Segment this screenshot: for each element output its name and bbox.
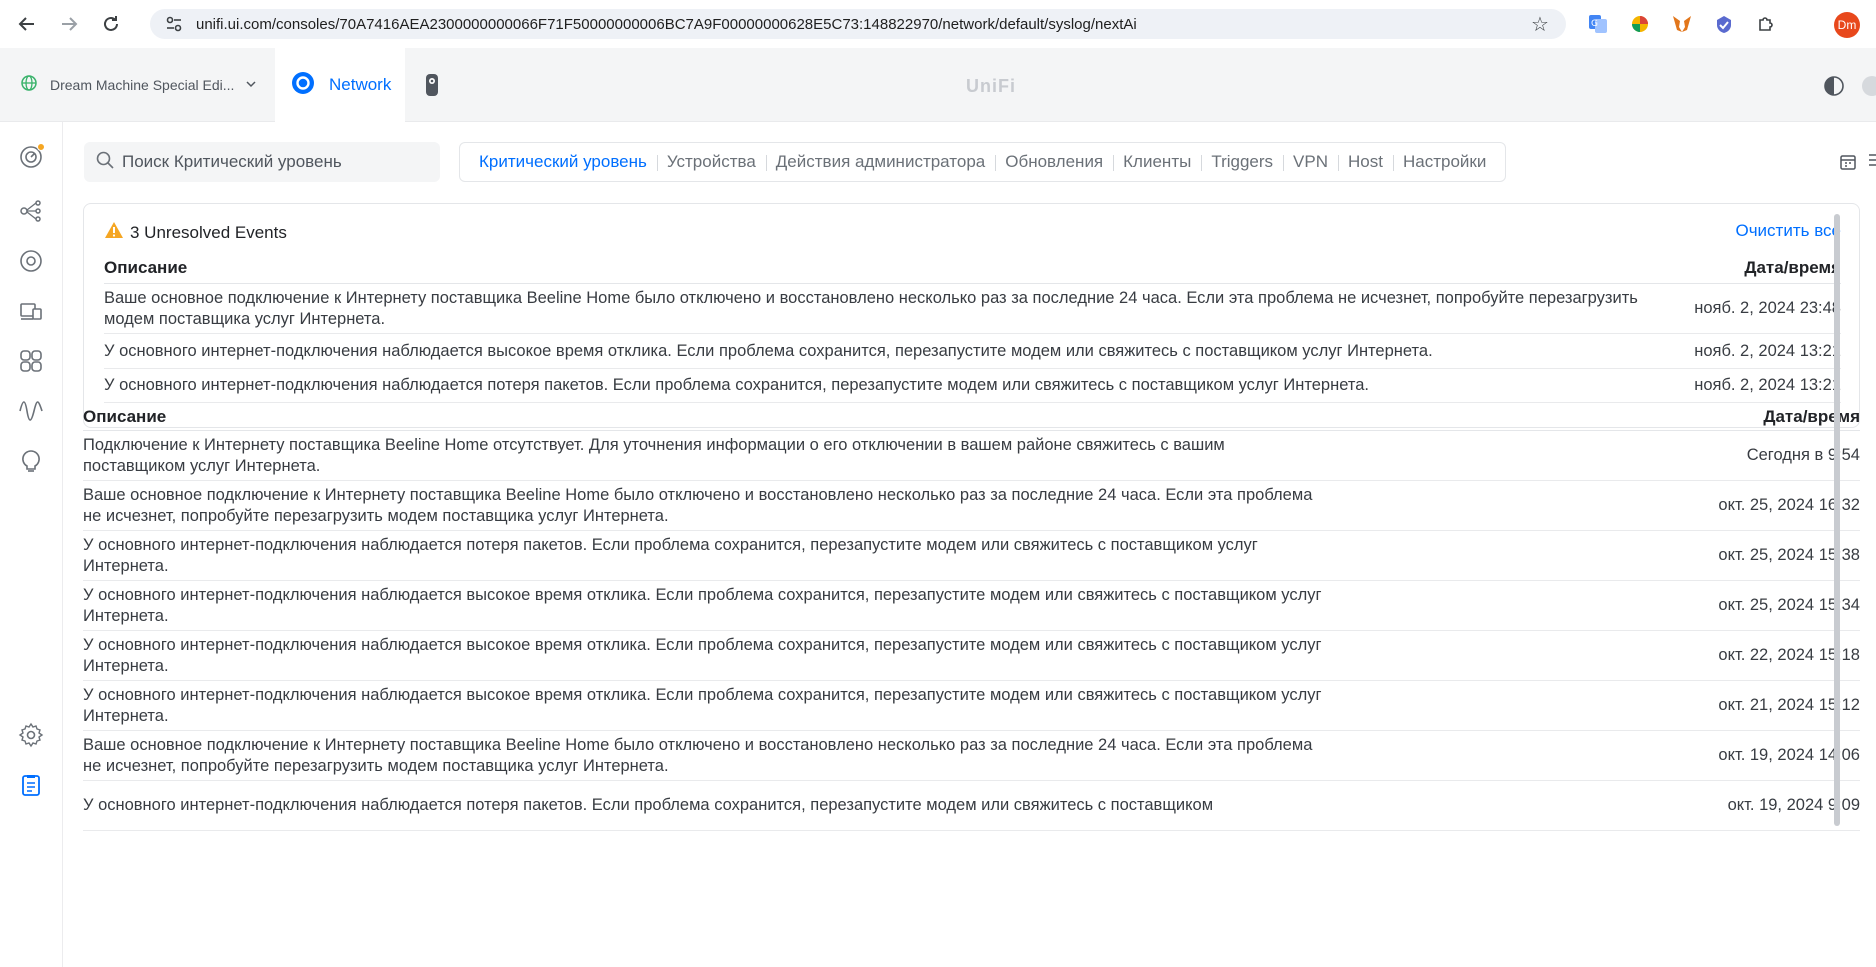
tab-devices[interactable]: Устройства [656,152,766,172]
tab-settings[interactable]: Настройки [1392,152,1496,172]
table-row[interactable]: У основного интернет-подключения наблюда… [104,334,1841,369]
table-row[interactable]: Ваше основное подключение к Интернету по… [83,731,1860,781]
puzzle-extensions-icon[interactable] [1754,12,1778,36]
svg-text:G: G [1591,19,1598,29]
browser-toolbar: unifi.ui.com/consoles/70A7416AEA23000000… [0,0,1876,48]
sidebar-item-devices[interactable] [16,246,46,276]
search-input[interactable] [122,152,422,172]
table-row[interactable]: Ваше основное подключение к Интернету по… [83,481,1860,531]
column-datetime[interactable]: Дата/время [1744,258,1841,283]
notification-dot [37,143,45,151]
url-text[interactable]: unifi.ui.com/consoles/70A7416AEA23000000… [196,16,1526,33]
event-time: окт. 19, 2024 9:09 [1727,796,1860,814]
color-extension-icon[interactable] [1628,12,1652,36]
sidebar-item-radio[interactable] [16,396,46,426]
event-description: У основного интернет-подключения наблюда… [83,635,1322,675]
table-row[interactable]: У основного интернет-подключения наблюда… [83,581,1860,631]
reload-icon[interactable] [96,9,126,39]
table-row[interactable]: У основного интернет-подключения наблюда… [83,531,1860,581]
events-table-header: Описание Дата/время [83,403,1860,431]
user-avatar[interactable] [1862,76,1876,96]
calendar-icon[interactable] [1837,151,1859,173]
event-description: У основного интернет-подключения наблюда… [104,341,1433,360]
protect-app-icon[interactable] [420,73,444,97]
event-time: нояб. 2, 2024 13:21 [1694,376,1841,394]
console-name: Dream Machine Special Edi... [50,77,235,93]
theme-toggle-icon[interactable] [1822,74,1846,98]
warning-icon [104,221,124,244]
event-description: Ваше основное подключение к Интернету по… [104,288,1638,328]
event-time: нояб. 2, 2024 13:21 [1694,341,1841,360]
unresolved-events-card: 3 Unresolved Events Очистить все Описани… [83,203,1860,428]
events-table: Описание Дата/время Подключение к Интерн… [83,403,1860,831]
unresolved-title: 3 Unresolved Events [130,222,287,242]
unifi-logo: UniFi [966,76,1016,96]
forward-icon[interactable] [54,9,84,39]
sidebar-item-topology[interactable] [16,196,46,226]
column-description[interactable]: Описание [104,258,187,283]
search-icon [96,151,114,174]
extensions-area: G [1586,12,1778,36]
table-row[interactable]: У основного интернет-подключения наблюда… [83,781,1860,831]
event-description: Подключение к Интернету поставщика Beeli… [83,435,1225,475]
column-datetime[interactable]: Дата/время [1763,407,1860,427]
event-description: У основного интернет-подключения наблюда… [104,376,1369,394]
event-description: У основного интернет-подключения наблюда… [83,796,1214,814]
main-content: Критический уровень Устройства Действия … [63,122,1876,967]
translate-extension-icon[interactable]: G [1586,12,1610,36]
search-box[interactable] [84,142,440,182]
bookmark-star-icon[interactable]: ☆ [1526,10,1554,38]
chevron-down-icon [246,79,256,92]
sidebar-item-settings[interactable] [16,720,46,750]
app-header: Dream Machine Special Edi... Network Uni… [0,48,1876,122]
address-bar[interactable]: unifi.ui.com/consoles/70A7416AEA23000000… [150,9,1566,39]
column-description[interactable]: Описание [83,407,166,427]
scrollbar[interactable] [1834,214,1840,826]
unresolved-table-header: Описание Дата/время [104,258,1841,284]
console-switcher[interactable]: Dream Machine Special Edi... [0,48,275,122]
table-row[interactable]: Ваше основное подключение к Интернету по… [104,284,1841,334]
security-extension-icon[interactable] [1712,12,1736,36]
filter-tabs: Критический уровень Устройства Действия … [459,142,1507,182]
event-description: У основного интернет-подключения наблюда… [83,585,1322,625]
sidebar-item-clients[interactable] [16,296,46,326]
sidebar-item-system-log[interactable] [16,770,46,800]
event-description: У основного интернет-подключения наблюда… [83,535,1258,575]
profile-avatar[interactable]: Dm [1834,12,1860,38]
sidebar-item-insights[interactable] [16,446,46,476]
sidebar-item-statistics[interactable] [16,346,46,376]
tab-admin-actions[interactable]: Действия администратора [765,152,995,172]
tab-vpn[interactable]: VPN [1283,152,1338,172]
network-app-icon [291,71,315,100]
tab-clients[interactable]: Клиенты [1113,152,1201,172]
event-description: У основного интернет-подключения наблюда… [83,685,1322,725]
event-time: нояб. 2, 2024 23:48 [1694,299,1841,317]
tab-triggers[interactable]: Triggers [1201,152,1283,172]
tab-host[interactable]: Host [1338,152,1393,172]
tab-network-label: Network [329,75,392,94]
globe-icon [20,74,38,97]
clear-all-button[interactable]: Очистить все [1735,221,1841,241]
unresolved-table: Описание Дата/время Ваше основное подклю… [104,258,1841,403]
event-time: Сегодня в 9:54 [1746,446,1860,464]
table-row[interactable]: У основного интернет-подключения наблюда… [104,369,1841,403]
unresolved-header: 3 Unresolved Events [104,221,287,244]
event-description: Ваше основное подключение к Интернету по… [83,735,1313,775]
table-row[interactable]: Подключение к Интернету поставщика Beeli… [83,431,1860,481]
columns-icon[interactable] [1865,151,1876,173]
event-description: Ваше основное подключение к Интернету по… [83,485,1313,525]
site-info-icon[interactable] [160,10,188,38]
table-row[interactable]: У основного интернет-подключения наблюда… [83,631,1860,681]
sidebar-item-dashboard[interactable] [16,142,46,172]
metamask-extension-icon[interactable] [1670,12,1694,36]
back-icon[interactable] [12,9,42,39]
table-row[interactable]: У основного интернет-подключения наблюда… [83,681,1860,731]
tab-network[interactable]: Network [275,48,405,122]
sidebar [0,122,63,967]
tab-critical[interactable]: Критический уровень [469,152,657,172]
tab-updates[interactable]: Обновления [995,152,1113,172]
